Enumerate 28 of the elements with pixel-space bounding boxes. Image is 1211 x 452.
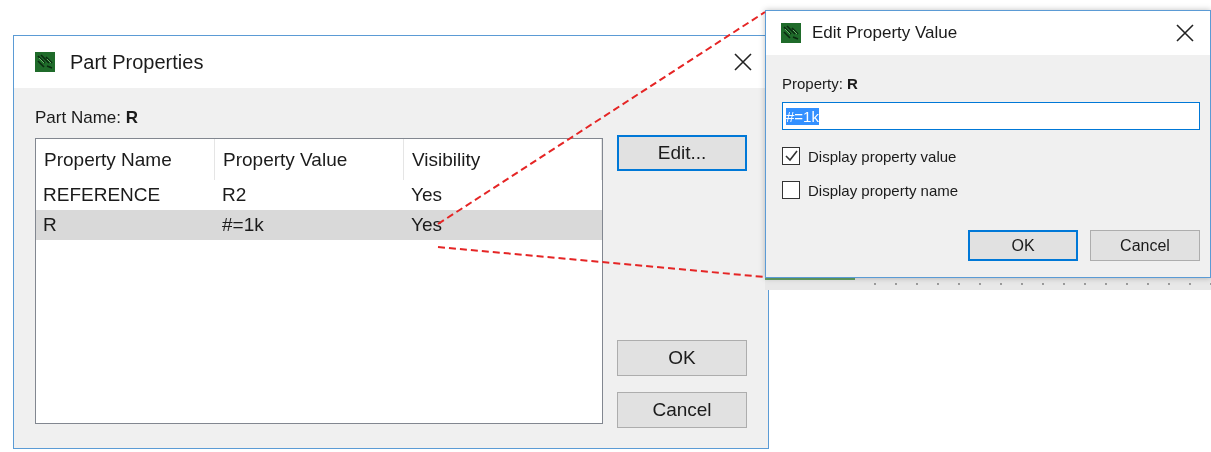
column-header[interactable]: Property Value xyxy=(215,139,404,180)
close-icon[interactable] xyxy=(1176,24,1194,42)
list-cell-text: R2 xyxy=(221,184,248,206)
dialog-button[interactable]: Cancel xyxy=(1090,230,1200,261)
dialog-button[interactable]: Edit... xyxy=(617,135,747,171)
circuit-board-icon xyxy=(34,52,56,72)
column-header[interactable]: Property Name xyxy=(36,139,215,180)
list-row[interactable]: R #=1k Yes xyxy=(36,210,602,240)
list-row[interactable]: REFERENCE R2 Yes xyxy=(36,180,602,210)
dialog-button[interactable]: OK xyxy=(968,230,1078,261)
list-cell-text: Yes xyxy=(410,184,443,206)
window-title: Part Properties xyxy=(70,50,205,74)
checkbox-label: Display property name xyxy=(808,181,959,199)
checkbox-label: Display property value xyxy=(808,147,957,165)
close-icon[interactable] xyxy=(734,53,752,71)
list-cell-text: R xyxy=(42,214,58,236)
list-cell-text: #=1k xyxy=(221,214,265,236)
circuit-board-icon xyxy=(780,23,802,43)
checkbox[interactable] xyxy=(782,181,800,199)
property-label: Property: R xyxy=(782,75,859,92)
window-title: Edit Property Value xyxy=(812,23,959,43)
part-name-label: Part Name: R xyxy=(35,108,139,128)
dialog-button[interactable]: Cancel xyxy=(617,392,747,428)
checkbox[interactable] xyxy=(782,147,800,165)
list-cell-text: Yes xyxy=(410,214,443,236)
dialog-button[interactable]: OK xyxy=(617,340,747,376)
list-cell-text: REFERENCE xyxy=(42,184,162,206)
column-header[interactable]: Visibility xyxy=(404,139,602,180)
